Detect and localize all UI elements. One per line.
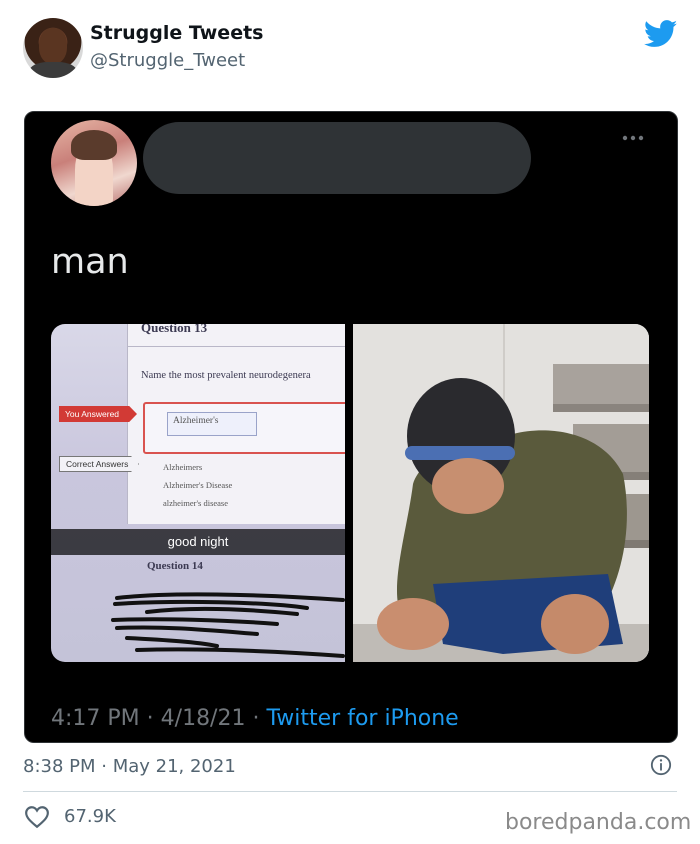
embedded-tweet-text: man (51, 242, 129, 282)
author-display-name[interactable]: Struggle Tweets (90, 22, 263, 44)
more-options-icon (622, 135, 644, 141)
like-count[interactable]: 67.9K (64, 806, 116, 827)
correct-answer-item: Alzheimer's Disease (163, 480, 233, 490)
correct-answer-item: alzheimer's disease (163, 498, 229, 508)
redacted-name-bar (143, 122, 531, 194)
question-text: Name the most prevalent neurodegenera (141, 370, 311, 381)
author-avatar[interactable] (23, 18, 83, 78)
despair-illustration (353, 324, 649, 662)
embedded-tweet-meta: 4:17 PM · 4/18/21 · Twitter for iPhone (51, 706, 459, 731)
embedded-tweet-date: 4/18/21 (160, 706, 246, 731)
question-13-header: Question 13 (141, 324, 208, 335)
embedded-tweet-time: 4:17 PM (51, 706, 140, 731)
twitter-bird-icon[interactable] (644, 20, 678, 48)
heart-icon[interactable] (24, 805, 50, 829)
you-answered-tag: You Answered (59, 406, 137, 422)
embedded-author-avatar (51, 120, 137, 206)
caption-bar: good night (51, 529, 345, 555)
despair-photo (353, 324, 649, 662)
footer-divider (23, 791, 677, 792)
embedded-tweet-screenshot: man Question 13 Name the most prevalent … (24, 111, 678, 743)
embedded-tweet-source: Twitter for iPhone (266, 706, 459, 731)
watermark: boredpanda.com (505, 810, 692, 835)
embedded-tweet-media: Question 13 Name the most prevalent neur… (51, 324, 649, 662)
scribble-redaction (111, 592, 345, 658)
author-handle[interactable]: @Struggle_Tweet (90, 50, 245, 71)
tweet-timestamp[interactable]: 8:38 PM · May 21, 2021 (23, 756, 236, 777)
quiz-photo: Question 13 Name the most prevalent neur… (51, 324, 345, 662)
meta-separator: · (252, 706, 260, 731)
meta-separator: · (146, 706, 154, 731)
correct-answer-item: Alzheimers (163, 462, 203, 472)
question-14-header: Question 14 (147, 560, 203, 572)
correct-answers-tag: Correct Answers (59, 456, 139, 472)
answer-value: Alzheimer's (173, 416, 219, 426)
info-icon[interactable] (650, 754, 672, 776)
divider (127, 346, 345, 347)
